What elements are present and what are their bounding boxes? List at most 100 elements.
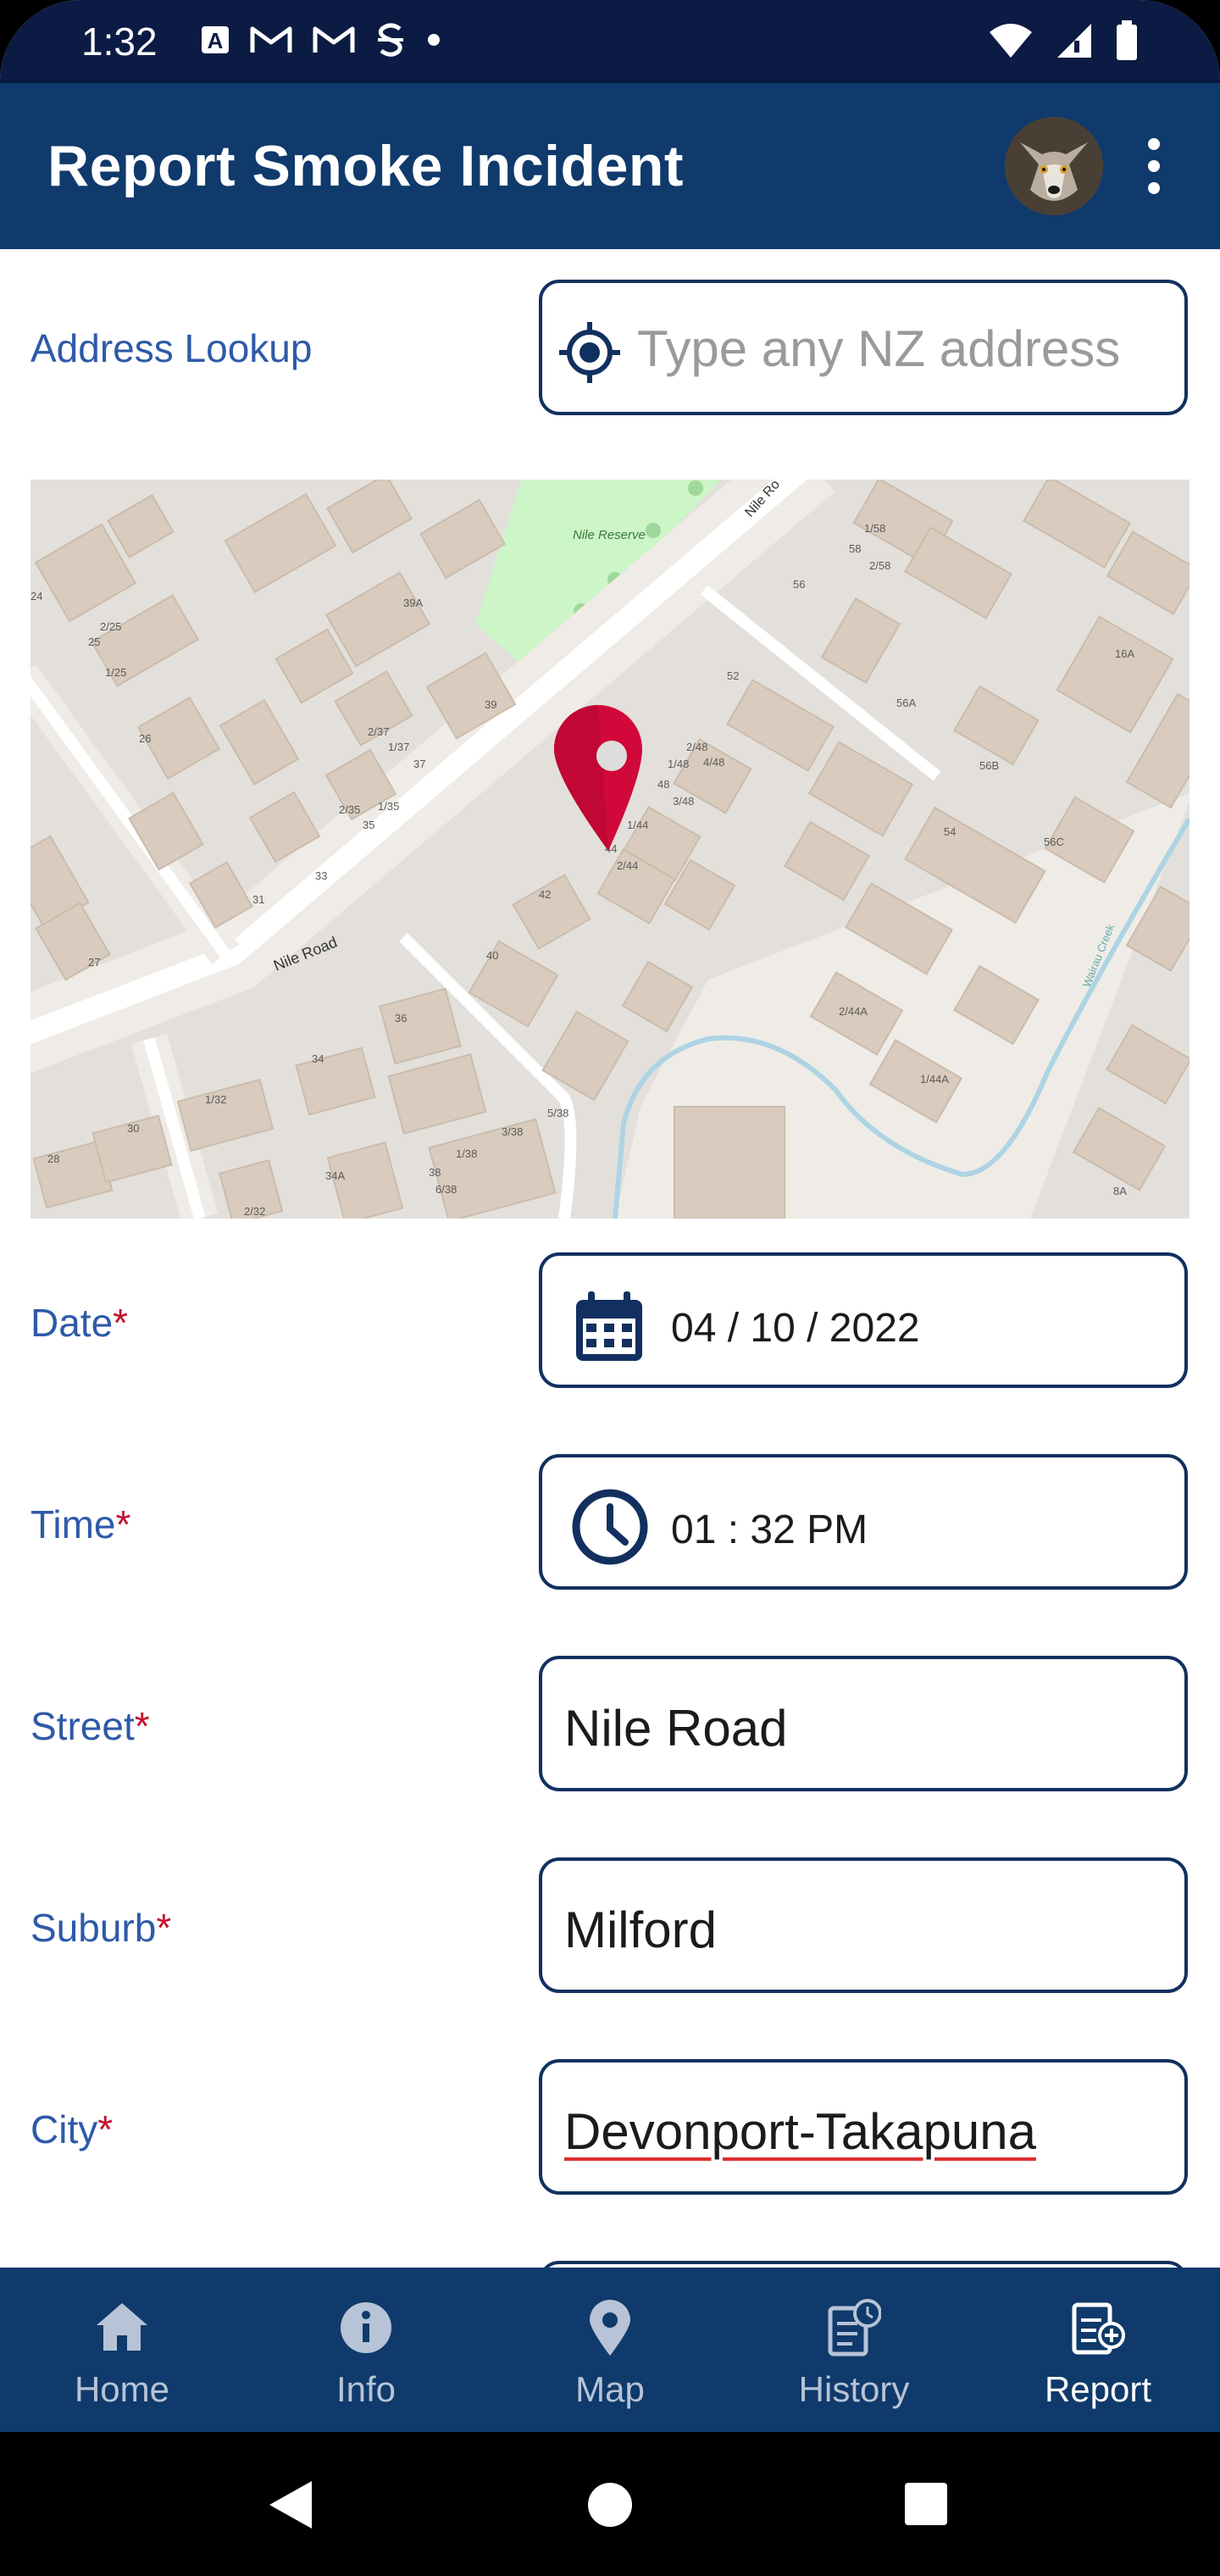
nav-item-history[interactable]: History xyxy=(732,2268,976,2432)
svg-text:2/37: 2/37 xyxy=(368,725,389,738)
suburb-label-text: Suburb xyxy=(30,1906,157,1950)
suburb-label: Suburb* xyxy=(30,1905,171,1951)
svg-text:42: 42 xyxy=(539,888,551,901)
svg-text:37: 37 xyxy=(413,758,425,770)
home-circle-icon[interactable] xyxy=(586,2481,634,2529)
svg-text:56A: 56A xyxy=(896,697,916,709)
svg-text:1/58: 1/58 xyxy=(864,522,885,535)
nav-item-report[interactable]: Report xyxy=(976,2268,1220,2432)
svg-text:2/48: 2/48 xyxy=(686,741,707,753)
svg-text:48: 48 xyxy=(657,778,669,791)
status-bar: 1:32 A xyxy=(0,0,1220,83)
street-label-text: Street xyxy=(30,1704,135,1748)
date-picker-field[interactable]: 04 / 10 / 2022 xyxy=(539,1252,1188,1388)
street-input[interactable]: Nile Road xyxy=(539,1656,1188,1791)
svg-text:38: 38 xyxy=(429,1166,441,1179)
svg-text:1/44: 1/44 xyxy=(627,819,648,831)
city-value: Devonport-Takapuna xyxy=(564,2103,1037,2160)
calendar-icon xyxy=(576,1291,642,1361)
back-icon[interactable] xyxy=(268,2479,313,2530)
dot-icon xyxy=(428,34,440,46)
svg-text:3/48: 3/48 xyxy=(673,795,694,808)
nav-label-home: Home xyxy=(74,2369,170,2409)
gmail-icon xyxy=(313,26,355,53)
svg-text:39A: 39A xyxy=(403,597,423,609)
city-input[interactable]: Devonport-Takapuna xyxy=(539,2059,1188,2195)
nav-label-info: Info xyxy=(336,2369,396,2409)
address-lookup-input[interactable]: Type any NZ address xyxy=(539,280,1188,415)
address-lookup-placeholder: Type any NZ address xyxy=(637,320,1121,377)
address-lookup-row: Address Lookup Type any NZ address xyxy=(0,280,1220,415)
history-icon xyxy=(828,2299,881,2357)
nav-label-history: History xyxy=(798,2369,910,2409)
time-picker-field[interactable]: 01 : 32 PM xyxy=(539,1454,1188,1590)
phone-screen: 1:32 A Report Smoke Incident Address Loo… xyxy=(0,0,1220,2576)
svg-text:52: 52 xyxy=(727,669,739,682)
svg-text:2/32: 2/32 xyxy=(244,1205,265,1218)
address-lookup-label: Address Lookup xyxy=(30,326,313,370)
time-value: 01 : 32 PM xyxy=(671,1507,868,1552)
avatar[interactable] xyxy=(1005,117,1103,215)
svg-text:1/35: 1/35 xyxy=(378,800,399,813)
svg-text:31: 31 xyxy=(252,893,264,906)
map-view[interactable]: Nile Road Nile Ro Wairau Creek Nile Rese… xyxy=(30,480,1190,1219)
svg-text:26: 26 xyxy=(139,732,151,745)
svg-text:39: 39 xyxy=(485,698,496,711)
system-navigation-bar xyxy=(0,2432,1220,2576)
svg-text:1/25: 1/25 xyxy=(105,666,126,679)
svg-text:2/58: 2/58 xyxy=(869,559,890,572)
required-mark: * xyxy=(134,1704,150,1748)
clock-icon xyxy=(572,1489,648,1565)
svg-text:56B: 56B xyxy=(979,759,999,772)
svg-text:56: 56 xyxy=(793,578,805,591)
status-time: 1:32 xyxy=(81,19,158,64)
date-value: 04 / 10 / 2022 xyxy=(671,1306,920,1351)
next-field-partial[interactable] xyxy=(539,2261,1188,2268)
suburb-input[interactable]: Milford xyxy=(539,1857,1188,1993)
wolf-avatar-icon xyxy=(1005,117,1103,215)
nav-item-info[interactable]: Info xyxy=(244,2268,488,2432)
svg-text:56C: 56C xyxy=(1044,836,1064,848)
svg-text:16A: 16A xyxy=(1115,647,1134,660)
required-mark: * xyxy=(97,2107,114,2151)
nav-label-report: Report xyxy=(1044,2369,1152,2409)
svg-text:A: A xyxy=(208,28,224,53)
svg-text:34A: 34A xyxy=(325,1169,345,1182)
time-label: Time* xyxy=(30,1502,130,1547)
report-add-icon xyxy=(1072,2302,1125,2355)
wifi-icon xyxy=(990,24,1032,58)
svg-text:27: 27 xyxy=(88,956,100,969)
required-mark: * xyxy=(156,1906,172,1950)
svg-text:1/44A: 1/44A xyxy=(920,1073,949,1085)
nav-label-map: Map xyxy=(575,2369,645,2409)
svg-text:2/25: 2/25 xyxy=(100,620,121,633)
date-label: Date* xyxy=(30,1300,128,1346)
more-vert-icon[interactable] xyxy=(1139,136,1169,197)
city-label-text: City xyxy=(30,2107,98,2151)
battery-icon xyxy=(1117,20,1137,60)
svg-text:24: 24 xyxy=(30,590,42,602)
time-label-text: Time xyxy=(30,1502,116,1546)
svg-text:36: 36 xyxy=(395,1012,407,1024)
notification-icons: A xyxy=(200,22,442,58)
svg-text:1/38: 1/38 xyxy=(456,1147,477,1160)
svg-text:3/38: 3/38 xyxy=(502,1125,523,1138)
signal-icon xyxy=(1057,24,1091,58)
svg-text:28: 28 xyxy=(47,1152,59,1165)
locate-icon[interactable] xyxy=(557,320,622,385)
street-value: Nile Road xyxy=(564,1700,788,1757)
map-tiles: Nile Road Nile Ro Wairau Creek Nile Rese… xyxy=(30,480,1190,1219)
nav-item-home[interactable]: Home xyxy=(0,2268,244,2432)
page-title: Report Smoke Incident xyxy=(47,134,685,198)
report-form: Address Lookup Type any NZ address Nile … xyxy=(0,249,1220,2268)
svg-text:6/38: 6/38 xyxy=(435,1183,457,1196)
app-bar: Report Smoke Incident xyxy=(0,83,1220,249)
nav-item-map[interactable]: Map xyxy=(488,2268,732,2432)
system-status-icons xyxy=(988,20,1139,61)
recents-icon[interactable] xyxy=(903,2481,949,2527)
map-marker-icon xyxy=(590,2300,630,2356)
home-icon xyxy=(97,2303,147,2351)
date-row: Date* 04 / 10 / 2022 xyxy=(0,1252,1220,1388)
city-row: City* Devonport-Takapuna xyxy=(0,2059,1220,2195)
suburb-value: Milford xyxy=(564,1901,718,1958)
